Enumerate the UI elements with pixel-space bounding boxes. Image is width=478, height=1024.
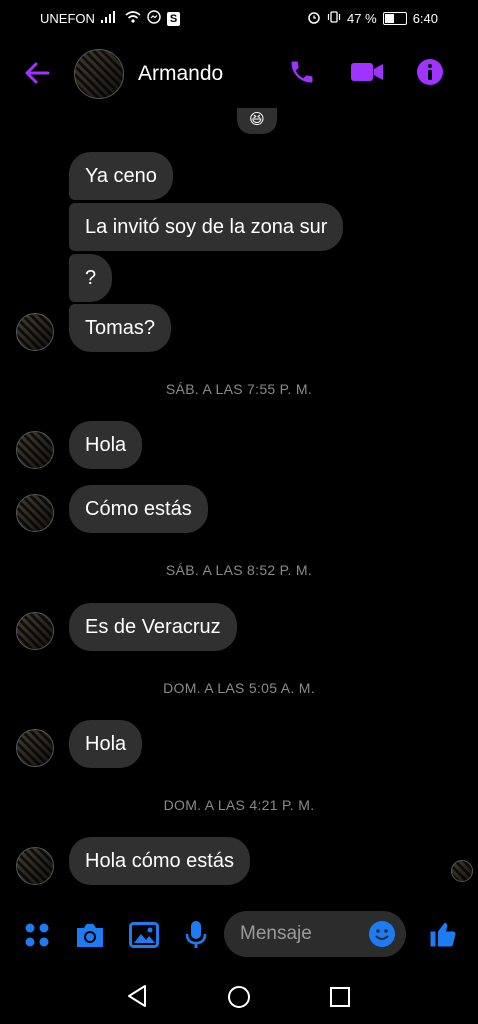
- wifi-icon: [125, 11, 141, 26]
- sender-avatar: [16, 729, 54, 767]
- signal-icon: [100, 11, 119, 26]
- message-bubble[interactable]: Tomas?: [69, 304, 172, 352]
- phone-call-icon[interactable]: [288, 58, 316, 86]
- battery-icon: [382, 12, 407, 25]
- message-bubble[interactable]: Hola: [69, 720, 143, 768]
- timestamp: SÁB. A LAS 7:55 P. M.: [165, 381, 313, 397]
- emoji-icon[interactable]: [368, 920, 396, 953]
- video-call-icon[interactable]: [350, 60, 384, 84]
- contact-avatar[interactable]: [74, 49, 124, 99]
- message-bubble[interactable]: Ya ceno: [69, 152, 173, 200]
- timestamp: SÁB. A LAS 8:52 P. M.: [165, 562, 313, 578]
- nav-back-icon[interactable]: [126, 984, 148, 1013]
- more-actions-icon[interactable]: [24, 922, 50, 953]
- sender-avatar: [16, 612, 54, 650]
- message-bubble[interactable]: La invitó soy de la zona sur: [69, 203, 344, 251]
- nav-home-icon[interactable]: [227, 985, 251, 1014]
- messenger-notification-icon: [147, 10, 161, 27]
- message-bubble[interactable]: Hola: [69, 421, 143, 469]
- s-badge: S: [166, 11, 181, 26]
- camera-icon[interactable]: [74, 921, 106, 954]
- nav-recents-icon[interactable]: [329, 986, 351, 1013]
- message-bubble[interactable]: Cómo estás: [69, 485, 208, 533]
- microphone-icon[interactable]: [184, 920, 208, 955]
- carrier-label: UNEFON: [40, 11, 95, 26]
- message-input-placeholder: Mensaje: [240, 923, 312, 944]
- read-receipt-avatar: [451, 860, 473, 882]
- info-icon[interactable]: [416, 58, 444, 86]
- battery-percent: 47 %: [347, 11, 377, 26]
- reaction-badge: 😆: [237, 108, 277, 134]
- gallery-icon[interactable]: [129, 922, 159, 953]
- contact-name[interactable]: Armando: [138, 62, 223, 86]
- composer-bar: Mensaje: [0, 908, 478, 964]
- timestamp: DOM. A LAS 5:05 A. M.: [163, 680, 315, 696]
- clock: 6:40: [412, 11, 438, 26]
- back-arrow-icon[interactable]: [24, 61, 50, 85]
- reaction-emoji: 😆: [249, 111, 265, 128]
- sender-avatar: [16, 494, 54, 532]
- message-input[interactable]: Mensaje: [224, 911, 406, 957]
- alarm-icon: [307, 10, 321, 27]
- message-bubble[interactable]: ?: [69, 254, 113, 302]
- system-nav-bar: [0, 968, 478, 1024]
- vibrate-icon: [327, 10, 341, 27]
- timestamp: DOM. A LAS 4:21 P. M.: [163, 797, 315, 813]
- sender-avatar: [16, 431, 54, 469]
- message-bubble[interactable]: Hola cómo estás: [69, 837, 250, 885]
- message-bubble[interactable]: Es de Veracruz: [69, 603, 237, 651]
- status-bar: UNEFON S 47 % 6:40: [0, 0, 478, 36]
- chat-header: Armando: [0, 44, 478, 104]
- sender-avatar: [16, 847, 54, 885]
- like-thumb-icon[interactable]: [428, 919, 458, 954]
- sender-avatar: [16, 313, 54, 351]
